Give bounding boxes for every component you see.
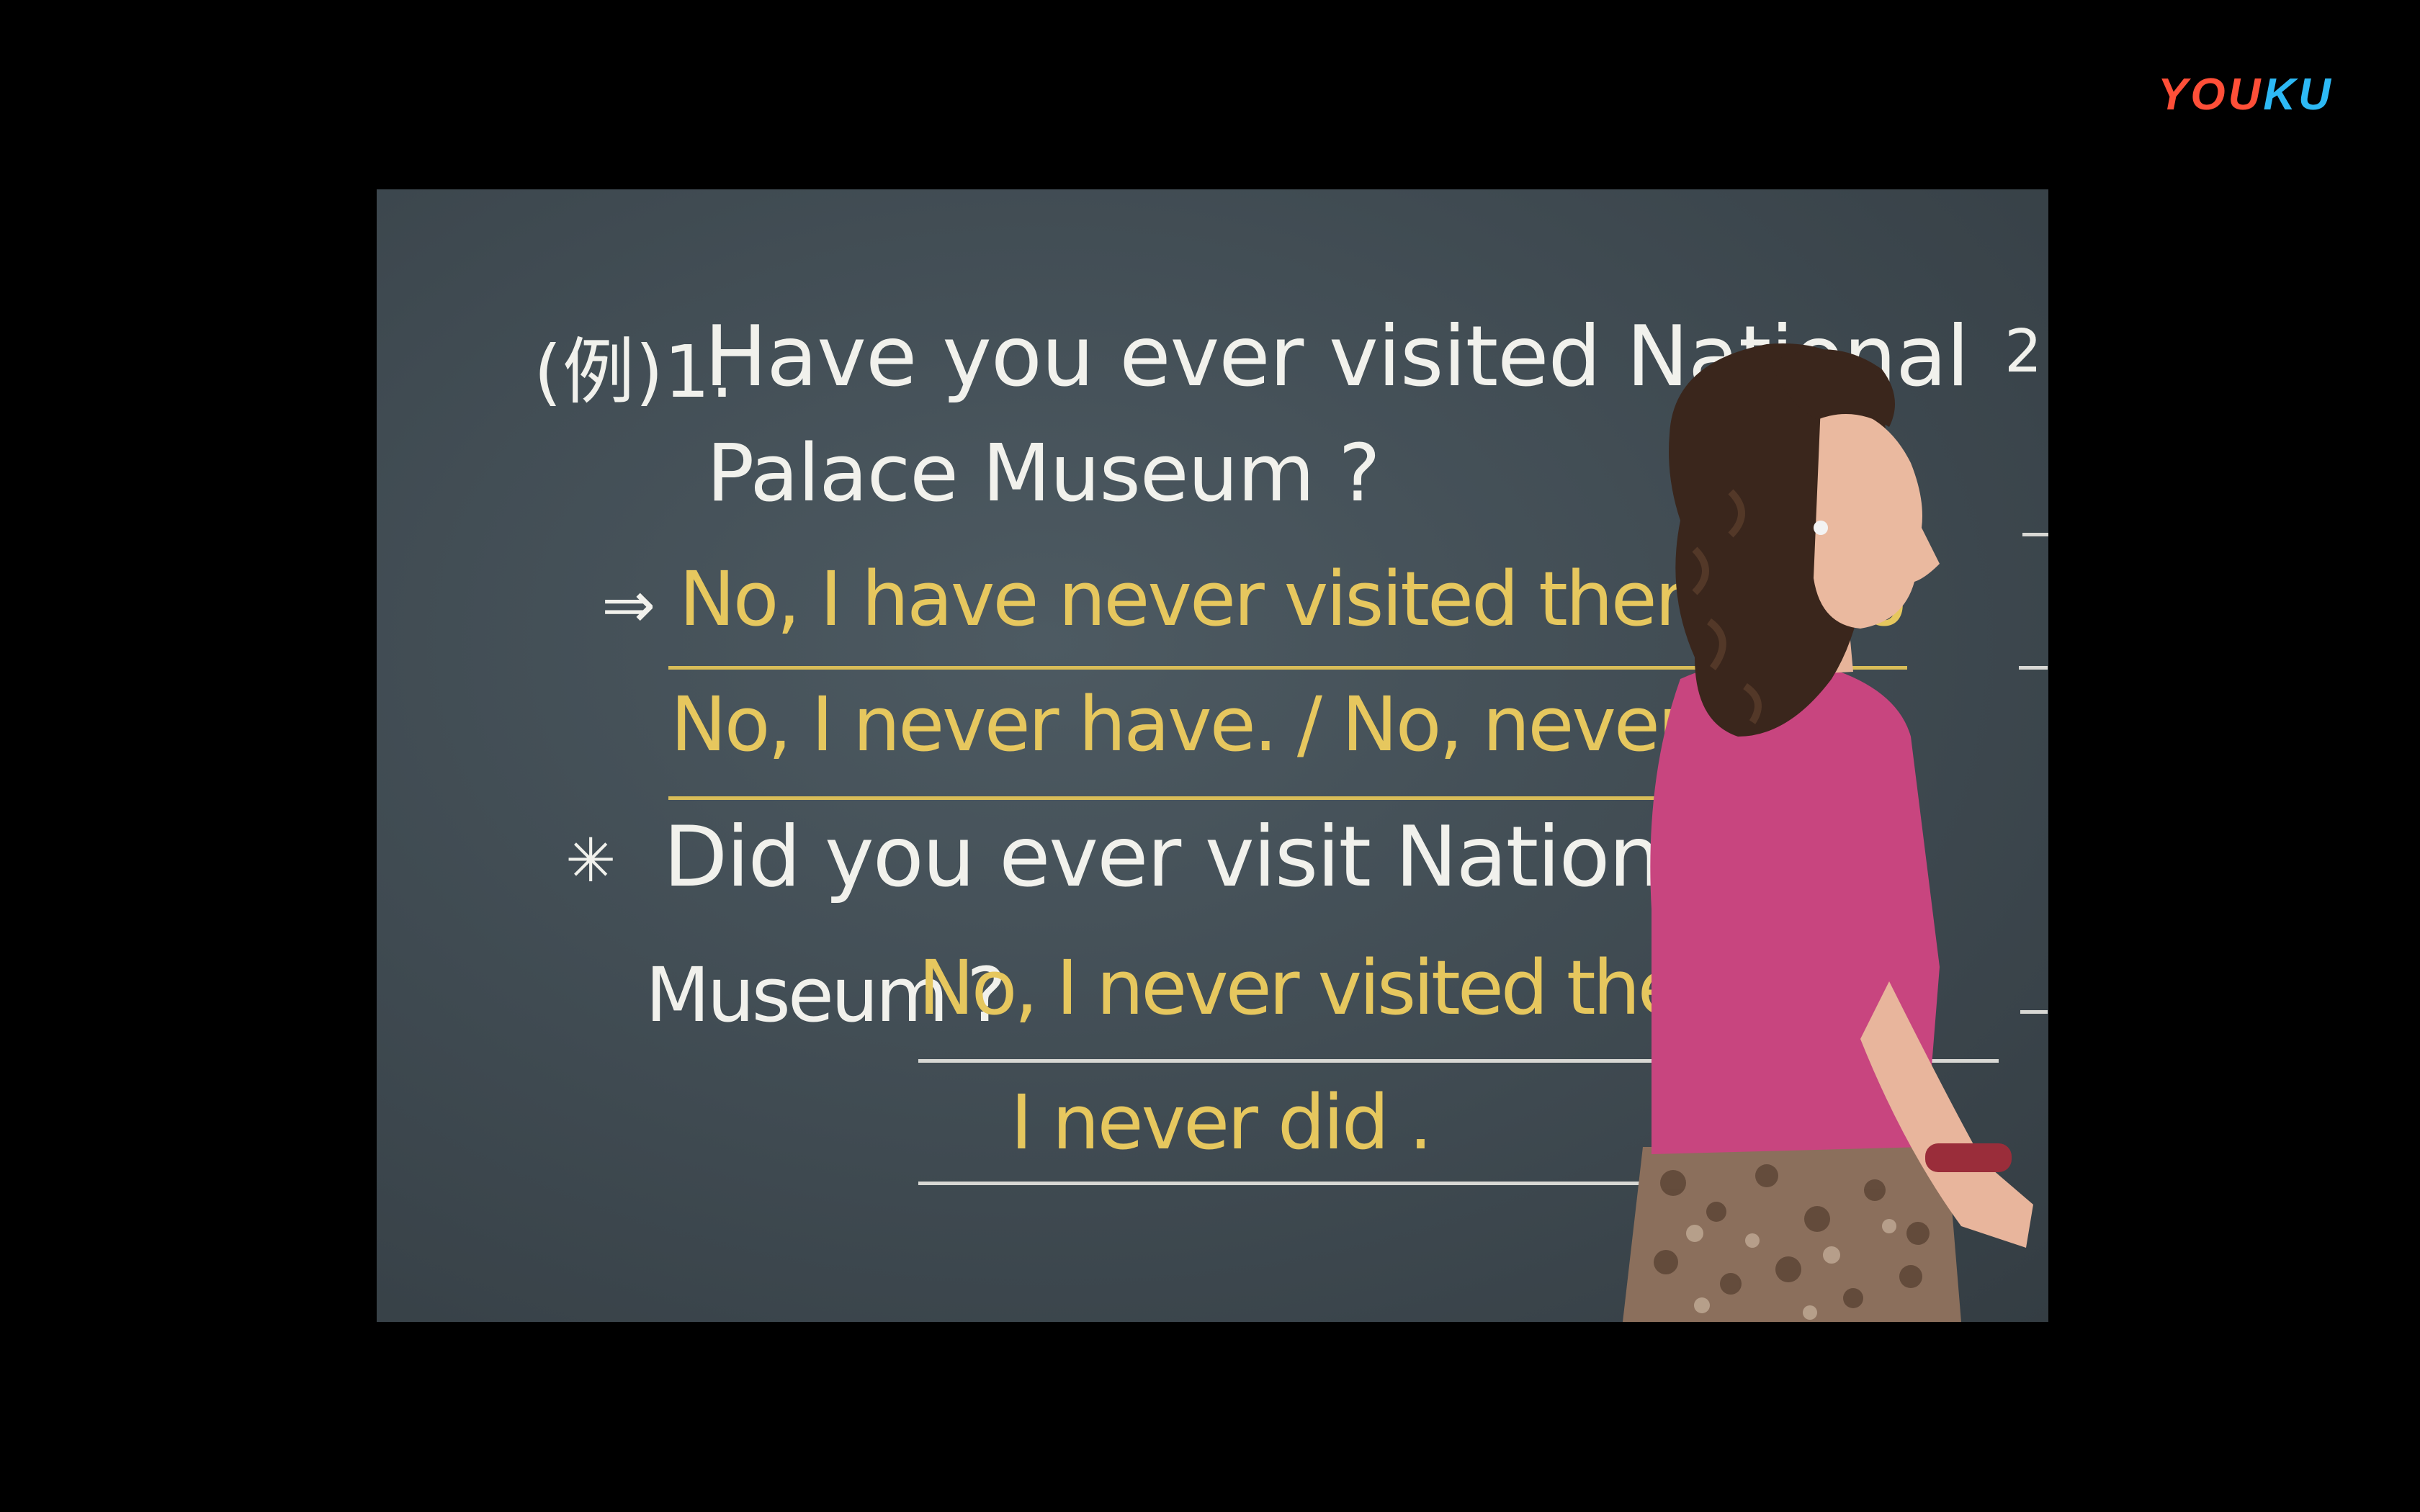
logo-part-ku: KU bbox=[2263, 70, 2334, 120]
teacher-figure bbox=[1623, 343, 2033, 1322]
logo-part-you: YOU bbox=[2158, 70, 2264, 120]
youku-logo: YOUKU bbox=[2158, 69, 2334, 120]
video-frame[interactable]: (例)1. Have you ever visited National Pal… bbox=[377, 189, 2048, 1322]
